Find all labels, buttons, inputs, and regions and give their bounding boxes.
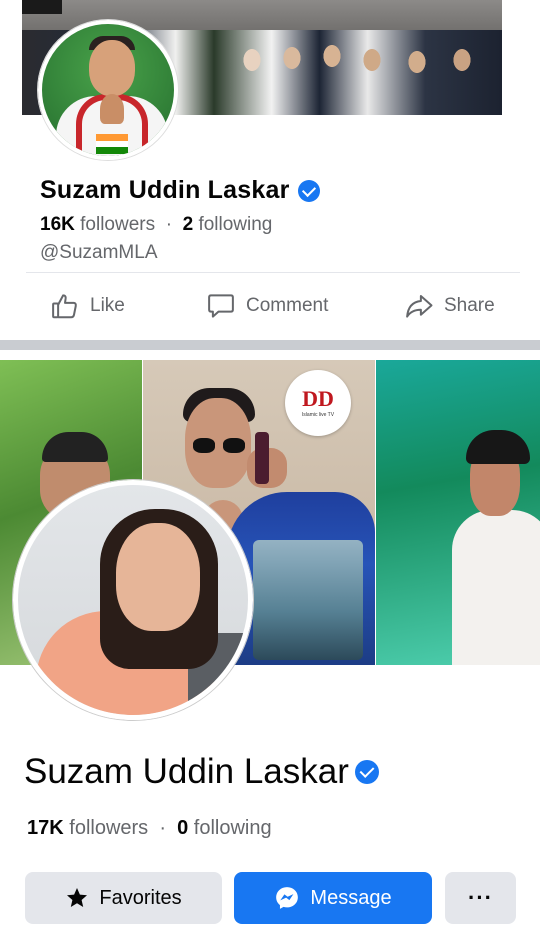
message-label: Message — [310, 886, 392, 909]
favorites-label: Favorites — [99, 886, 182, 909]
like-label: Like — [90, 295, 125, 316]
verified-badge-icon — [354, 760, 379, 784]
thumbs-up-icon — [52, 294, 77, 319]
feed-separator — [0, 340, 540, 350]
message-button[interactable]: Message — [234, 872, 432, 924]
divider — [26, 272, 520, 273]
page-avatar[interactable] — [38, 20, 178, 160]
following-count: 0 — [177, 817, 189, 839]
cover-dark-strip — [22, 0, 62, 14]
cover-panel-right — [376, 360, 540, 665]
like-button[interactable]: Like — [50, 286, 125, 326]
page-name[interactable]: Suzam Uddin Laskar — [40, 176, 320, 205]
flag-icon — [96, 134, 128, 154]
profile-stats: 17K followers · 0 following — [27, 817, 272, 840]
stats-separator: · — [165, 214, 173, 235]
share-label: Share — [444, 295, 495, 316]
more-options-button[interactable]: ··· — [445, 872, 516, 924]
sunglasses-icon — [193, 438, 247, 454]
comment-bubble-icon — [208, 294, 234, 318]
page-name-text: Suzam Uddin Laskar — [40, 176, 290, 204]
messenger-icon — [276, 887, 299, 909]
profile-name: Suzam Uddin Laskar — [24, 752, 379, 792]
following-count: 2 — [182, 214, 194, 235]
shared-page-card: Suzam Uddin Laskar 16K followers · 2 fol… — [0, 0, 540, 340]
share-arrow-icon — [406, 295, 433, 318]
comment-button[interactable]: Comment — [206, 286, 328, 326]
followers-label[interactable]: followers — [69, 817, 148, 839]
page-stats: 16K followers · 2 following — [40, 214, 272, 236]
profile-name-text: Suzam Uddin Laskar — [24, 752, 349, 791]
dd-tv-logo: DD Islamic live TV — [285, 370, 351, 436]
following-label: following — [198, 214, 273, 235]
share-button[interactable]: Share — [404, 286, 495, 326]
following-label[interactable]: following — [194, 817, 272, 839]
followers-count: 17K — [27, 817, 64, 839]
profile-avatar[interactable] — [13, 480, 253, 720]
comment-label: Comment — [246, 295, 329, 316]
page-handle[interactable]: @SuzamMLA — [40, 242, 158, 264]
followers-count: 16K — [40, 214, 75, 235]
stats-separator: · — [159, 817, 166, 839]
verified-badge-icon — [297, 179, 320, 202]
more-icon: ··· — [468, 885, 493, 910]
logo-text: DD — [302, 386, 334, 411]
logo-subtext: Islamic live TV — [301, 412, 335, 418]
post-actions-bar: Like Comment Share — [0, 286, 540, 326]
star-icon — [67, 888, 88, 907]
favorites-button[interactable]: Favorites — [25, 872, 222, 924]
followers-label: followers — [80, 214, 156, 235]
